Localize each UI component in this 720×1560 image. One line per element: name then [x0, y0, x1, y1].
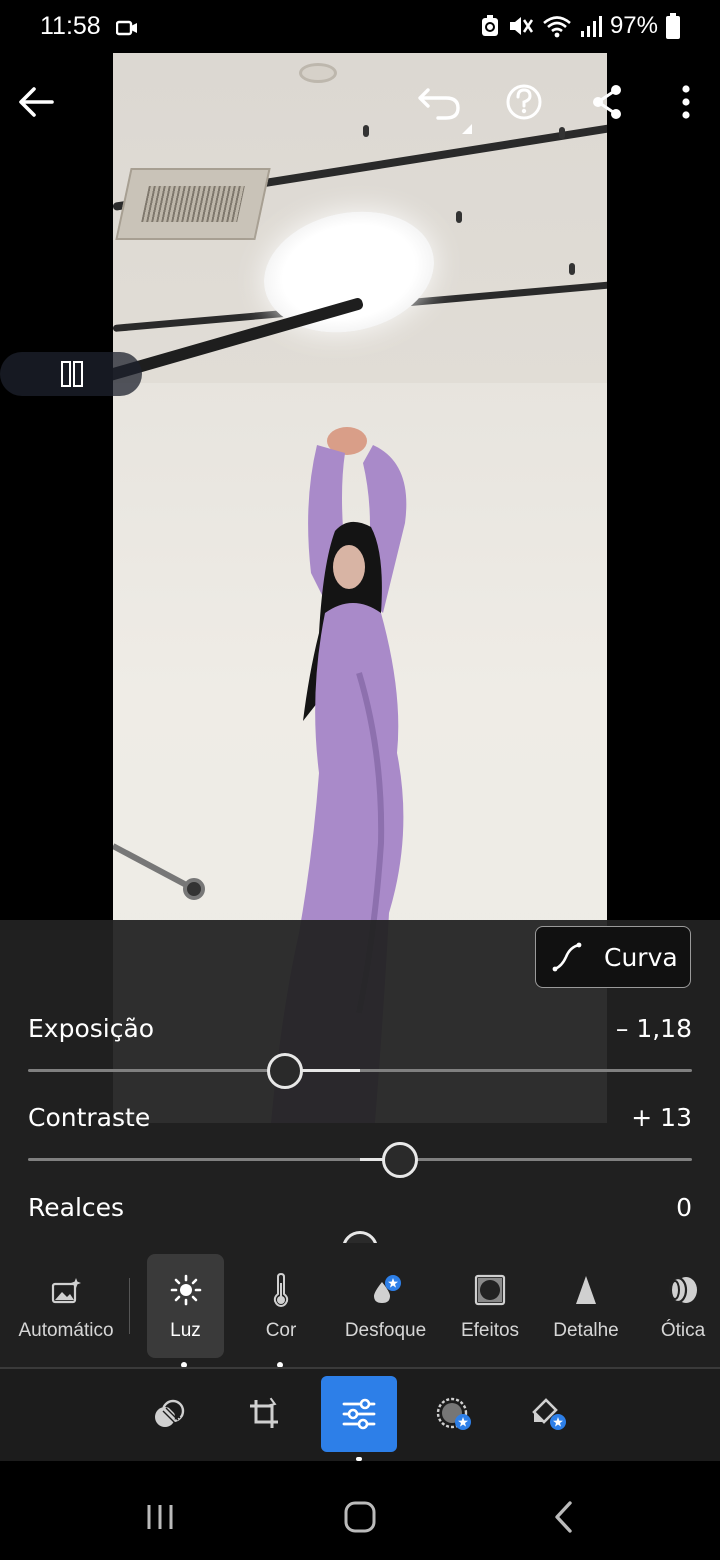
contrast-track[interactable] — [28, 1158, 692, 1161]
tab-luz[interactable]: Luz — [147, 1254, 224, 1358]
exposure-track[interactable] — [28, 1069, 692, 1072]
system-nav-bar — [0, 1461, 720, 1560]
adjustment-tabs: Automático Luz Cor Desfoque Efeitos Deta… — [0, 1254, 720, 1366]
contrast-thumb[interactable] — [381, 1142, 418, 1178]
mute-icon — [509, 17, 533, 35]
recent-apps-button[interactable] — [140, 1497, 180, 1537]
mode-masking[interactable] — [416, 1376, 492, 1452]
battery-percentage: 97% — [609, 12, 658, 39]
mode-crop[interactable] — [226, 1376, 302, 1452]
healing-icon — [532, 1398, 566, 1430]
highlights-value: 0 — [676, 1193, 692, 1222]
contrast-label: Contraste — [28, 1103, 151, 1132]
tab-efeitos[interactable]: Efeitos — [452, 1254, 528, 1358]
exposure-slider-row: Exposição – 1,18 — [28, 1014, 692, 1104]
status-bar: 11:58 97% — [0, 0, 720, 56]
presets-icon — [155, 1399, 185, 1427]
sun-icon — [170, 1274, 201, 1306]
exposure-thumb[interactable] — [266, 1053, 303, 1089]
arrow-left-icon[interactable] — [14, 80, 58, 124]
auto-enhance-icon — [51, 1278, 81, 1304]
tab-detalhe[interactable]: Detalhe — [548, 1254, 624, 1358]
tab-label: Automático — [18, 1320, 114, 1341]
home-button[interactable] — [340, 1497, 380, 1537]
vignette-icon — [474, 1274, 506, 1306]
undo-icon[interactable] — [416, 80, 476, 136]
curve-icon — [552, 942, 582, 972]
recycle-icon — [481, 15, 498, 36]
wifi-icon — [543, 16, 571, 38]
tab-label: Efeitos — [460, 1320, 520, 1341]
battery-icon — [666, 13, 680, 39]
tab-label: Detalhe — [553, 1320, 619, 1341]
more-vertical-icon[interactable] — [664, 80, 708, 124]
home-icon — [344, 1501, 376, 1533]
status-icons: 97% — [480, 12, 680, 40]
tab-automatico[interactable]: Automático — [10, 1254, 122, 1358]
tab-desfoque[interactable]: Desfoque — [338, 1254, 433, 1358]
mode-healing[interactable] — [511, 1376, 587, 1452]
drop-blur-icon — [373, 1275, 401, 1303]
exposure-label: Exposição — [28, 1014, 155, 1043]
tab-label: Ótica — [660, 1320, 706, 1341]
masking-icon — [436, 1397, 471, 1430]
contrast-value: + 13 — [631, 1103, 692, 1132]
triangle-detail-icon — [576, 1276, 596, 1304]
share-icon[interactable] — [586, 80, 630, 124]
split-view-icon — [61, 361, 83, 387]
exposure-value: – 1,18 — [615, 1014, 692, 1043]
back-nav-button[interactable] — [544, 1497, 584, 1537]
highlights-label: Realces — [28, 1193, 125, 1222]
highlights-thumb[interactable] — [342, 1231, 378, 1243]
video-camera-icon — [116, 20, 137, 36]
chevron-left-icon — [555, 1501, 572, 1533]
lens-icon — [668, 1276, 697, 1304]
mode-presets[interactable] — [131, 1376, 207, 1452]
status-time: 11:58 — [40, 12, 101, 40]
mode-adjust[interactable] — [321, 1376, 397, 1452]
tab-label: Luz — [170, 1320, 201, 1341]
tab-label: Cor — [265, 1320, 297, 1341]
thermometer-icon — [273, 1273, 289, 1307]
tab-label: Desfoque — [344, 1320, 427, 1341]
highlights-slider-row: Realces 0 — [28, 1193, 692, 1243]
contrast-slider-row: Contraste + 13 — [28, 1103, 692, 1193]
signal-icon — [580, 16, 602, 37]
curve-label: Curva — [604, 942, 678, 972]
recent-apps-icon — [147, 1505, 173, 1529]
curve-button[interactable]: Curva — [535, 926, 691, 988]
compare-pill[interactable] — [0, 352, 142, 396]
mode-bar — [0, 1369, 720, 1461]
adjust-sliders-icon — [342, 1398, 376, 1430]
tab-otica[interactable]: Ótica — [648, 1254, 718, 1358]
crop-icon — [250, 1397, 278, 1428]
tab-cor[interactable]: Cor — [246, 1254, 316, 1358]
help-icon[interactable] — [502, 80, 546, 124]
tab-divider — [129, 1278, 130, 1334]
